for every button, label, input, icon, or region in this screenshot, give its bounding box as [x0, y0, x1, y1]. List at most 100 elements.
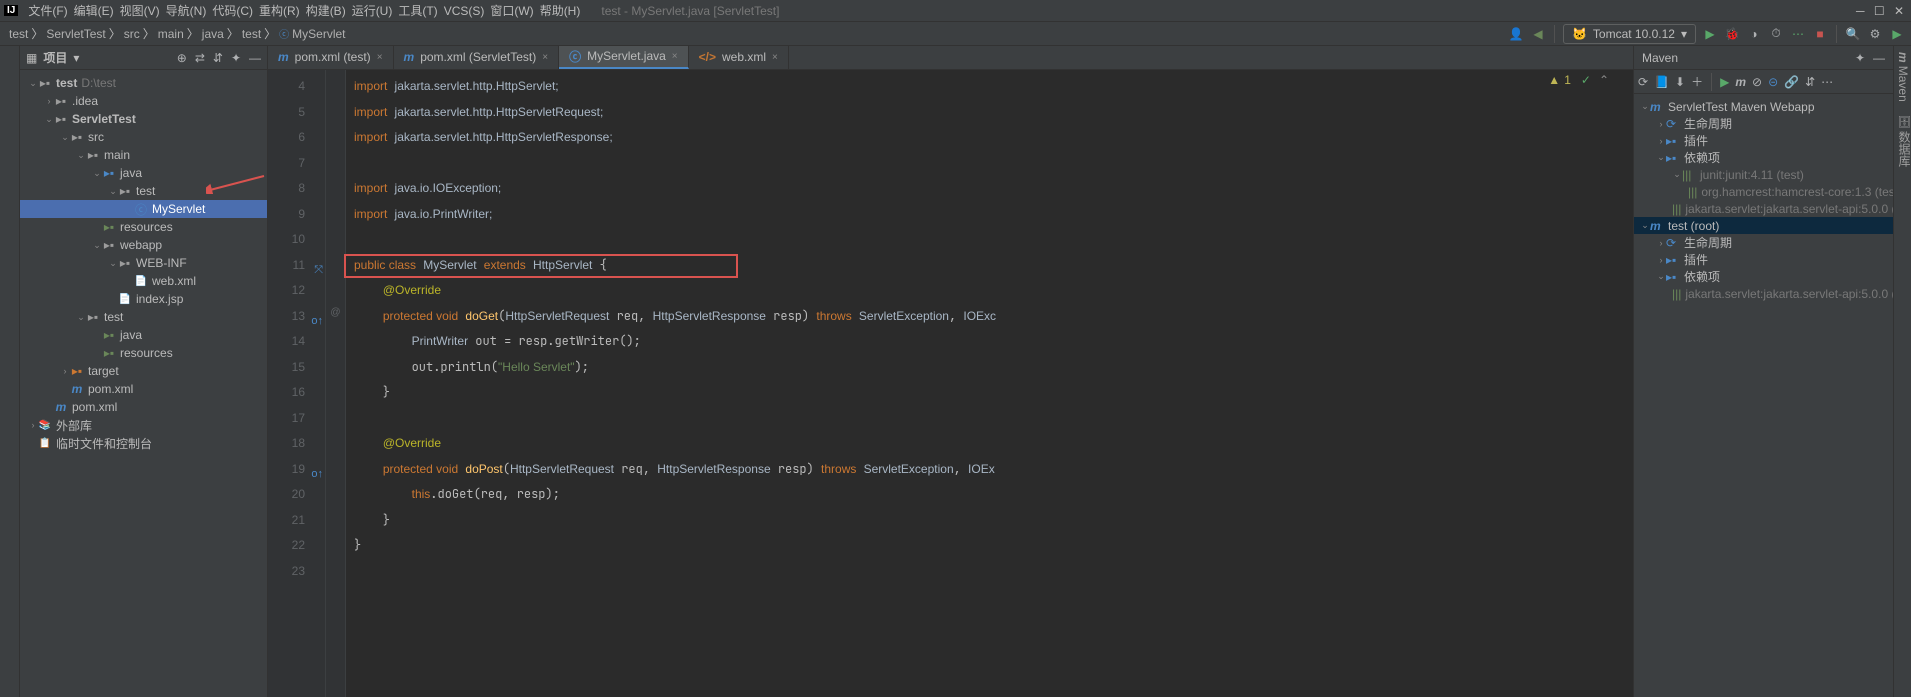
tree-node[interactable]: ⌄▸▪webapp [20, 236, 267, 254]
close-button[interactable]: ✕ [1891, 4, 1907, 18]
code-line[interactable]: } [346, 380, 1633, 406]
code-line[interactable] [346, 559, 1633, 585]
collapse-icon[interactable]: ⇵ [1805, 75, 1815, 89]
reload-icon[interactable]: ⟳ [1638, 75, 1648, 89]
show-deps-icon[interactable]: 🔗 [1784, 75, 1799, 89]
maven-node[interactable]: |||jakarta.servlet:jakarta.servlet-api:5… [1634, 285, 1893, 302]
add-project-icon[interactable]: ＋ [1691, 73, 1703, 90]
menu-item[interactable]: 帮助(H) [537, 4, 584, 18]
tree-node[interactable]: ›▸▪.idea [20, 92, 267, 110]
maximize-button[interactable]: ☐ [1871, 4, 1888, 18]
close-tab-icon[interactable]: × [542, 52, 548, 63]
caret-icon[interactable]: ◀ [1530, 26, 1546, 42]
breadcrumb-item[interactable]: java [199, 27, 227, 41]
tree-node[interactable]: ▸▪java [20, 326, 267, 344]
expand-all-icon[interactable]: ⇄ [195, 51, 205, 65]
code-line[interactable]: this.doGet(req, resp); [346, 482, 1633, 508]
close-tab-icon[interactable]: × [772, 52, 778, 63]
project-tree[interactable]: ⌄▸▪testD:\test›▸▪.idea⌄▸▪ServletTest⌄▸▪s… [20, 70, 267, 697]
settings-icon[interactable]: ✦ [231, 51, 241, 65]
settings-icon[interactable]: ✦ [1855, 51, 1865, 65]
code-line[interactable]: } [346, 508, 1633, 534]
breadcrumb-item[interactable]: src [121, 27, 143, 41]
menu-item[interactable]: 导航(N) [163, 4, 210, 18]
maven-node[interactable]: |||org.hamcrest:hamcrest-core:1.3 (tes [1634, 183, 1893, 200]
more-icon[interactable]: ⋯ [1821, 75, 1833, 89]
menu-item[interactable]: 代码(C) [209, 4, 256, 18]
execute-goal-icon[interactable]: m [1735, 75, 1746, 89]
code-line[interactable] [346, 406, 1633, 432]
code-line[interactable]: public class MyServlet extends HttpServl… [346, 253, 1633, 279]
code-line[interactable]: import jakarta.servlet.http.HttpServletR… [346, 100, 1633, 126]
code-line[interactable]: protected void doGet(HttpServletRequest … [346, 304, 1633, 330]
settings-icon[interactable]: ⚙ [1867, 26, 1883, 42]
menu-item[interactable]: 工具(T) [395, 4, 440, 18]
maven-node[interactable]: ⌄|||junit:junit:4.11 (test) [1634, 166, 1893, 183]
collapse-all-icon[interactable]: ⇵ [213, 51, 223, 65]
run-maven-icon[interactable]: ▶ [1720, 75, 1729, 89]
code-line[interactable]: import jakarta.servlet.http.HttpServletR… [346, 125, 1633, 151]
tree-node[interactable]: ⌄▸▪WEB-INF [20, 254, 267, 272]
breadcrumb-item[interactable]: test [6, 27, 31, 41]
maven-node[interactable]: ›▸▪插件 [1634, 251, 1893, 268]
maven-node[interactable]: |||jakarta.servlet:jakarta.servlet-api:5… [1634, 200, 1893, 217]
code-line[interactable] [346, 227, 1633, 253]
tree-node[interactable]: ›▸▪target [20, 362, 267, 380]
code-line[interactable]: import jakarta.servlet.http.HttpServlet; [346, 74, 1633, 100]
toggle-skip-tests-icon[interactable]: ⊝ [1768, 75, 1778, 89]
tree-node[interactable]: ⌄▸▪test [20, 182, 267, 200]
code-line[interactable]: import java.io.IOException; [346, 176, 1633, 202]
tree-node[interactable]: ▸▪resources [20, 218, 267, 236]
chevron-down-icon[interactable]: ▾ [73, 51, 79, 65]
tree-node[interactable]: ⌄▸▪main [20, 146, 267, 164]
tree-node[interactable]: 📄web.xml [20, 272, 267, 290]
database-strip-button[interactable]: 🗄 数据库 [1894, 108, 1911, 173]
generate-sources-icon[interactable]: 📘 [1654, 75, 1669, 89]
tree-node[interactable]: ⓒMyServlet [20, 200, 267, 218]
debug-icon[interactable]: 🐞 [1724, 26, 1740, 42]
breadcrumb-item[interactable]: ServletTest [43, 27, 108, 41]
tree-node[interactable]: ▸▪resources [20, 344, 267, 362]
inspection-indicator[interactable]: ▲1 ✓ ⌃ [1548, 73, 1609, 87]
tree-node[interactable]: ⌄▸▪ServletTest [20, 110, 267, 128]
attach-icon[interactable]: ⋯ [1790, 26, 1806, 42]
menu-item[interactable]: VCS(S) [441, 4, 488, 18]
code-line[interactable]: import java.io.PrintWriter; [346, 202, 1633, 228]
maven-node[interactable]: ⌄▸▪依赖项 [1634, 149, 1893, 166]
code-line[interactable]: @Override [346, 431, 1633, 457]
add-config-icon[interactable]: 👤 [1508, 26, 1524, 42]
hide-icon[interactable]: — [249, 51, 261, 65]
tree-node[interactable]: ⌄▸▪java [20, 164, 267, 182]
select-opened-file-icon[interactable]: ⊕ [177, 51, 187, 65]
menu-item[interactable]: 构建(B) [303, 4, 349, 18]
menu-item[interactable]: 编辑(E) [71, 4, 117, 18]
tree-node[interactable]: ⌄▸▪testD:\test [20, 74, 267, 92]
minimize-button[interactable]: ─ [1853, 4, 1868, 18]
menu-item[interactable]: 窗口(W) [487, 4, 536, 18]
editor-tab[interactable]: ⓒMyServlet.java× [559, 46, 689, 69]
tree-node[interactable]: 📄index.jsp [20, 290, 267, 308]
stop-icon[interactable]: ■ [1812, 26, 1828, 42]
tree-node[interactable]: mpom.xml [20, 380, 267, 398]
maven-node[interactable]: ⌄mtest (root) [1634, 217, 1893, 234]
menu-item[interactable]: 运行(U) [349, 4, 396, 18]
code-editor[interactable]: 4567891011⤧1213o↑141516171819o↑20212223 … [268, 70, 1633, 697]
maven-node[interactable]: ›⟳生命周期 [1634, 234, 1893, 251]
editor-tab[interactable]: </>web.xml× [689, 46, 789, 69]
learn-icon[interactable]: ▶ [1889, 26, 1905, 42]
code-line[interactable] [346, 151, 1633, 177]
maven-node[interactable]: ⌄▸▪依赖项 [1634, 268, 1893, 285]
maven-node[interactable]: ⌄mServletTest Maven Webapp [1634, 98, 1893, 115]
maven-node[interactable]: ›▸▪插件 [1634, 132, 1893, 149]
profile-icon[interactable]: ⏱ [1768, 26, 1784, 42]
code-line[interactable]: @Override [346, 278, 1633, 304]
breadcrumb-item[interactable]: test [239, 27, 264, 41]
download-sources-icon[interactable]: ⬇ [1675, 75, 1685, 89]
tree-node[interactable]: ⌄▸▪src [20, 128, 267, 146]
hide-icon[interactable]: — [1873, 51, 1885, 65]
code-line[interactable]: } [346, 533, 1633, 559]
menu-item[interactable]: 视图(V) [117, 4, 163, 18]
breadcrumb-item[interactable]: main [155, 27, 187, 41]
close-tab-icon[interactable]: × [377, 52, 383, 63]
search-icon[interactable]: 🔍 [1845, 26, 1861, 42]
